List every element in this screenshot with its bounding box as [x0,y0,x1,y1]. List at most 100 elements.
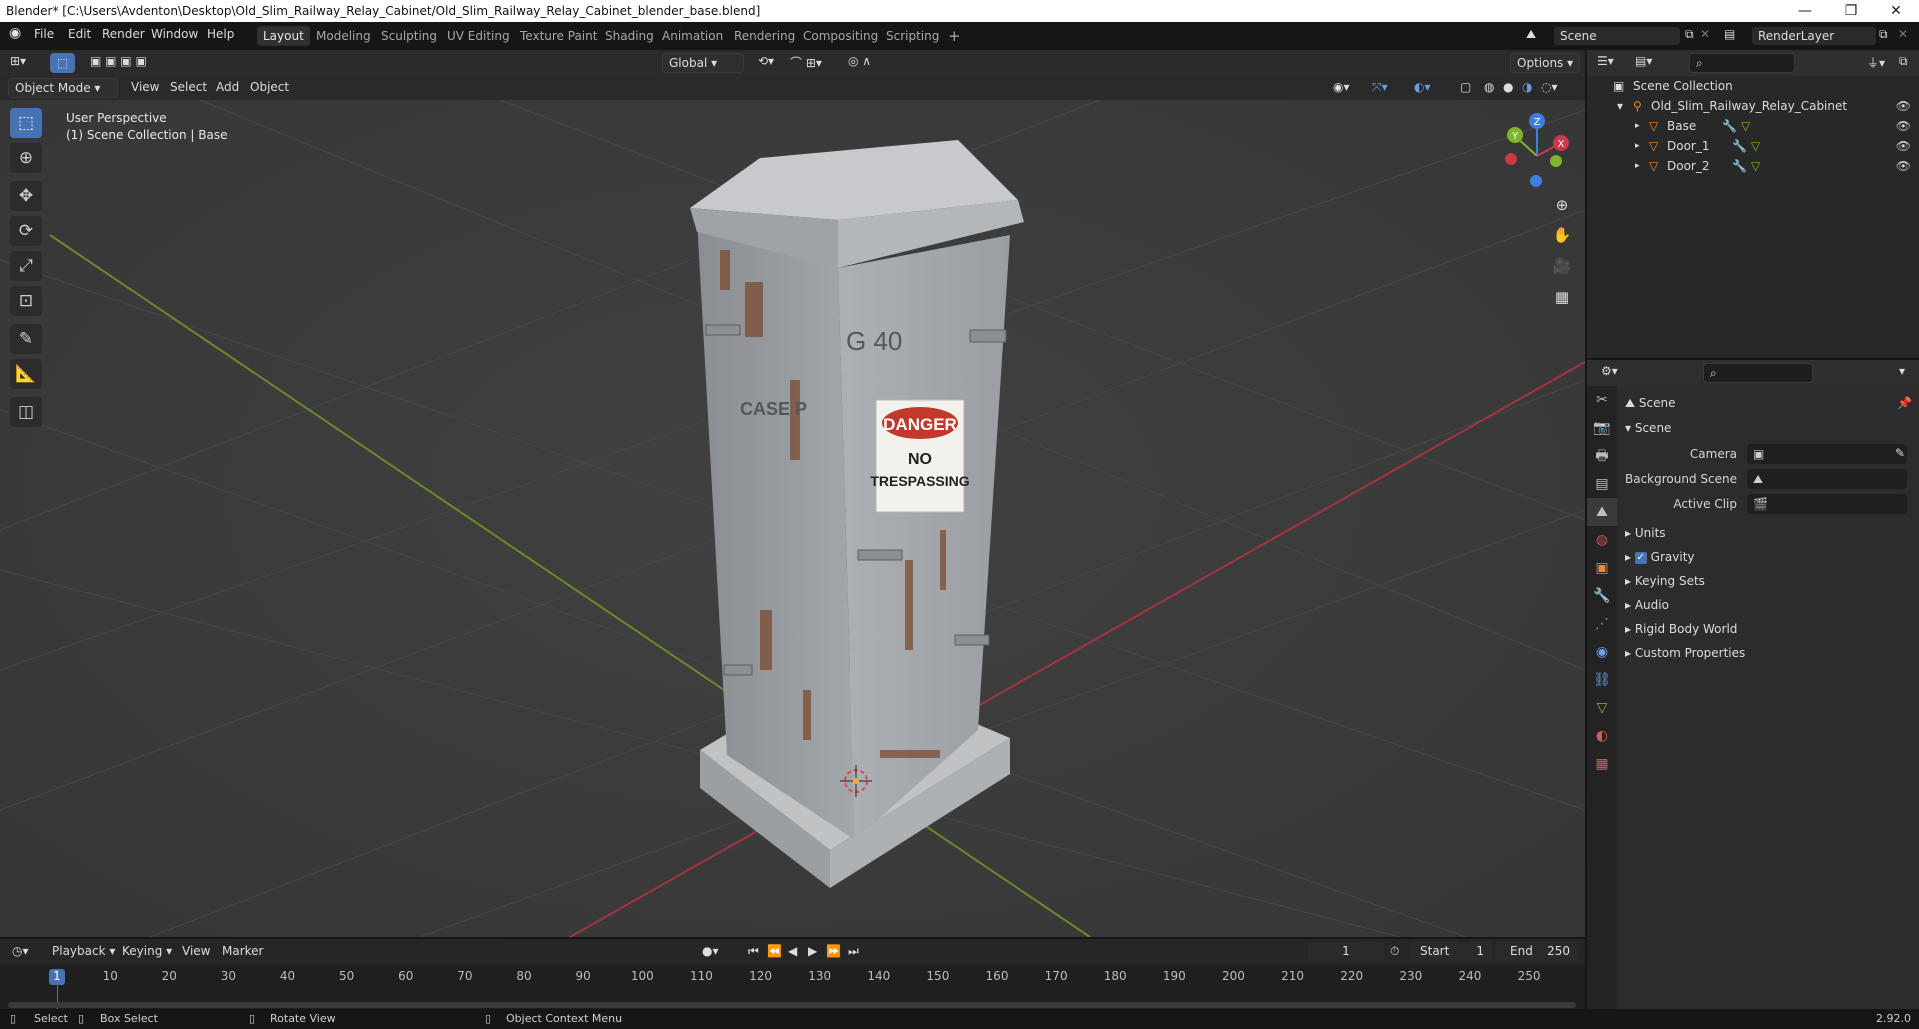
tab-texture-paint[interactable]: Texture Paint [514,26,603,46]
menu-help[interactable]: Help [207,27,234,41]
scene-name-field[interactable]: Scene [1554,27,1680,45]
preview-range-icon[interactable]: ⏱ [1390,944,1399,959]
record-icon[interactable]: ●▾ [702,944,719,958]
new-layer-icon[interactable]: ⧉ [1879,27,1888,42]
new-collection-icon[interactable]: ⧉ [1899,54,1908,69]
units-section[interactable]: ▸ Units [1625,526,1666,540]
prev-keyframe-icon[interactable]: ⏪ [767,944,782,958]
modifier-tab-icon[interactable]: 🔧 [1587,582,1617,610]
new-scene-icon[interactable]: ⧉ [1685,27,1694,42]
annotate-tool-icon[interactable]: ✎ [10,324,42,354]
properties-options-icon[interactable]: ▾ [1899,364,1905,378]
close-button[interactable]: ✕ [1873,0,1919,22]
mode-dropdown[interactable]: Object Mode ▾ [8,78,118,98]
minimize-button[interactable]: — [1782,0,1828,22]
menu-marker[interactable]: Marker [222,944,263,958]
rigid-body-world-section[interactable]: ▸ Rigid Body World [1625,622,1737,636]
wireframe-shading-icon[interactable]: ◍ [1484,80,1494,94]
outliner-object-row[interactable]: ▸ ▽ Base 🔧 ▽ 👁 [1587,116,1919,136]
tab-modeling[interactable]: Modeling [310,26,377,46]
active-clip-field[interactable]: 🎬 [1747,494,1907,514]
measure-tool-icon[interactable]: 📐 [10,359,42,389]
menu-keying[interactable]: Keying ▾ [122,944,172,958]
object-tab-icon[interactable]: ▣ [1587,554,1617,582]
end-frame-field[interactable]: End 250 [1496,942,1578,960]
properties-editor-icon[interactable]: ⚙▾ [1601,364,1618,378]
menu-add[interactable]: Add [216,80,239,94]
menu-playback[interactable]: Playback ▾ [52,944,115,958]
maximize-button[interactable]: ❐ [1828,0,1874,22]
outliner-editor-icon[interactable]: ☰▾ [1597,54,1614,68]
transform-tool-icon[interactable]: ⊡ [10,286,42,316]
render-layer-field[interactable]: RenderLayer [1752,27,1876,45]
snap-icon[interactable]: ⌒ ⊞▾ [790,54,822,71]
physics-tab-icon[interactable]: ◉ [1587,638,1617,666]
particles-tab-icon[interactable]: ⋰ [1587,610,1617,638]
expand-arrow-icon[interactable]: ▾ [1617,96,1623,116]
add-workspace-button[interactable]: + [942,26,967,46]
outliner-scene-collection[interactable]: ▣ Scene Collection [1587,76,1919,96]
menu-view[interactable]: View [182,944,210,958]
collapse-arrow-icon[interactable]: ▸ [1635,156,1640,176]
tab-sculpting[interactable]: Sculpting [375,26,443,46]
transform-orientation-dropdown[interactable]: Global ▾ [662,53,744,73]
background-scene-field[interactable]: ⛰ [1747,469,1907,489]
options-dropdown[interactable]: Options ▾ [1510,53,1581,73]
tool-tab-icon[interactable]: ✂ [1587,386,1617,414]
tab-shading[interactable]: Shading [599,26,660,46]
add-cube-tool-icon[interactable]: ◫ [10,397,42,427]
render-tab-icon[interactable]: 📷 [1587,414,1617,442]
eyedropper-icon[interactable]: ✎ [1895,446,1905,460]
viewport-scene[interactable]: DANGER NO TRESPASSING G 40 CASE P Z Y X [0,50,1585,937]
mesh-data-tab-icon[interactable]: ▽ [1587,694,1617,722]
tab-layout[interactable]: Layout [257,26,310,46]
menu-select[interactable]: Select [170,80,207,94]
next-keyframe-icon[interactable]: ⏩ [826,944,841,958]
blender-logo-icon[interactable]: ◉ [9,25,21,41]
menu-object[interactable]: Object [250,80,289,94]
zoom-icon[interactable]: ⊕ [1549,192,1575,218]
visibility-eye-icon[interactable]: 👁 [1896,156,1911,176]
gravity-section[interactable]: ▸ ✓ Gravity [1625,550,1695,564]
visibility-icon[interactable]: ◉▾ [1333,80,1350,94]
outliner-collection-row[interactable]: ▾ ⚲ Old_Slim_Railway_Relay_Cabinet 👁 [1587,96,1919,116]
ortho-toggle-icon[interactable]: ▦ [1549,284,1575,310]
menu-window[interactable]: Window [151,27,198,41]
camera-view-icon[interactable]: 🎥 [1549,253,1575,279]
timeline-editor-icon[interactable]: ◷▾ [12,944,29,958]
visibility-eye-icon[interactable]: 👁 [1896,96,1911,116]
outliner-object-row[interactable]: ▸ ▽ Door_2 🔧 ▽ 👁 [1587,156,1919,176]
tab-uv-editing[interactable]: UV Editing [441,26,516,46]
3d-viewport[interactable]: DANGER NO TRESPASSING G 40 CASE P Z Y X [0,50,1585,937]
menu-edit[interactable]: Edit [68,27,91,41]
overlay-toggle-icon[interactable]: ◐▾ [1414,80,1431,94]
constraints-tab-icon[interactable]: ⛓ [1587,666,1617,694]
collapse-arrow-icon[interactable]: ▸ [1635,116,1640,136]
texture-tab-icon[interactable]: ▦ [1587,750,1617,778]
tab-rendering[interactable]: Rendering [728,26,801,46]
rotate-tool-icon[interactable]: ⟳ [10,216,42,246]
start-frame-field[interactable]: Start 1 [1410,942,1492,960]
delete-scene-icon[interactable]: ✕ [1700,27,1710,41]
scene-selector-icon[interactable]: ⛰ [1526,27,1536,42]
play-reverse-icon[interactable]: ◀ [788,944,797,958]
audio-section[interactable]: ▸ Audio [1625,598,1669,612]
scene-panel-header[interactable]: ▾ Scene [1625,421,1671,435]
timeline-scrollbar[interactable] [8,1002,1576,1008]
cabinet-model[interactable]: DANGER NO TRESPASSING G 40 CASE P [690,140,1024,888]
material-tab-icon[interactable]: ◐ [1587,722,1617,750]
play-icon[interactable]: ▶ [808,944,817,958]
material-shading-icon[interactable]: ◑ [1522,80,1532,94]
delete-layer-icon[interactable]: ✕ [1898,27,1908,41]
solid-shading-icon[interactable]: ● [1503,80,1513,94]
world-tab-icon[interactable]: ◍ [1587,526,1617,554]
editor-type-icon[interactable]: ⊞▾ [10,54,26,68]
visibility-eye-icon[interactable]: 👁 [1896,136,1911,156]
tab-animation[interactable]: Animation [656,26,729,46]
render-layer-icon[interactable]: ▤ [1724,27,1735,41]
timeline-ruler[interactable]: 1 10 20 30 40 50 60 70 80 90 100 110 120 130 140 150 160… [0,965,1585,1011]
select-tool-icon[interactable]: ⬚ [50,53,76,73]
properties-search-input[interactable]: ⌕ [1703,363,1813,383]
filter-icon[interactable]: ⏚▾ [1867,54,1885,71]
xray-icon[interactable]: ▢ [1460,80,1471,94]
